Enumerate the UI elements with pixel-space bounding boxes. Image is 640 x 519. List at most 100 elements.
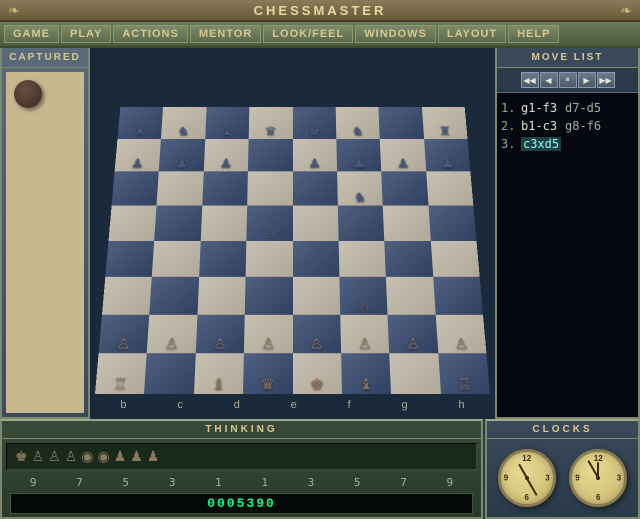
cell-a7[interactable]: ♟ <box>115 139 162 172</box>
move-num-3: 3. <box>501 137 517 151</box>
piece-f3: ♘ <box>357 299 371 313</box>
menu-bar: GAME PLAY ACTIONS MENTOR LOOK/FEEL WINDO… <box>0 22 640 48</box>
cell-f7[interactable]: ♟ <box>336 139 381 172</box>
cell-c3[interactable] <box>197 277 245 315</box>
cell-h3[interactable] <box>433 277 483 315</box>
cell-b5[interactable] <box>155 205 203 240</box>
cell-c2[interactable]: ♙ <box>196 315 245 354</box>
move-last-button[interactable]: ▶▶ <box>597 72 615 88</box>
piece-f8: ♞ <box>351 126 364 138</box>
cell-f3[interactable]: ♘ <box>339 277 387 315</box>
eval-7l: 7 <box>76 476 83 489</box>
cell-g3[interactable] <box>386 277 435 315</box>
cell-g7[interactable]: ♟ <box>380 139 426 172</box>
piece-f1: ♝ <box>359 378 374 393</box>
menu-lookfeel[interactable]: LOOK/FEEL <box>263 25 353 43</box>
cell-a4[interactable] <box>105 241 154 277</box>
piece-a1: ♖ <box>113 378 128 393</box>
menu-mentor[interactable]: MENTOR <box>190 25 261 43</box>
bottom-section: THINKING ♚ ♙ ♙ ♙ ◉ ◉ ♟ ♟ ♟ 9 7 5 3 1 1 3… <box>0 419 640 519</box>
cell-a6[interactable] <box>112 172 159 206</box>
piece-a8: ♜ <box>133 126 147 138</box>
cell-b1[interactable] <box>144 354 195 394</box>
menu-help[interactable]: HELP <box>508 25 559 43</box>
cell-c8[interactable]: ♝ <box>205 107 249 139</box>
cell-b7[interactable]: ♟ <box>159 139 205 172</box>
cell-c5[interactable] <box>201 205 248 240</box>
cell-h2[interactable]: ♙ <box>435 315 486 354</box>
cell-a1[interactable]: ♖ <box>95 354 147 394</box>
cell-c4[interactable] <box>199 241 247 277</box>
cell-d5[interactable]: ♘ <box>247 205 293 240</box>
cell-h7[interactable]: ♟ <box>424 139 471 172</box>
cell-e5[interactable] <box>293 205 339 240</box>
cell-f4[interactable] <box>338 241 386 277</box>
cell-f5[interactable] <box>338 205 385 240</box>
menu-windows[interactable]: WINDOWS <box>355 25 436 43</box>
move-white-3: c3xd5 <box>521 137 561 151</box>
label-f: f <box>348 399 351 411</box>
cell-g5[interactable] <box>383 205 431 240</box>
cell-c7[interactable]: ♟ <box>204 139 249 172</box>
cell-a5[interactable] <box>109 205 157 240</box>
cell-g8[interactable] <box>379 107 424 139</box>
cell-d8[interactable]: ♛ <box>249 107 293 139</box>
cell-b8[interactable]: ♞ <box>161 107 206 139</box>
move-next-button[interactable]: ▶ <box>578 72 596 88</box>
move-first-button[interactable]: ◀◀ <box>521 72 539 88</box>
cell-b3[interactable] <box>150 277 199 315</box>
menu-game[interactable]: GAME <box>4 25 59 43</box>
cell-e4[interactable] <box>293 241 340 277</box>
menu-layout[interactable]: LAYOUT <box>438 25 506 43</box>
move-pause-button[interactable]: ⏸ <box>559 72 577 88</box>
cell-e2[interactable]: ♙ <box>293 315 341 354</box>
cell-h4[interactable] <box>430 241 479 277</box>
captured-content <box>6 72 84 413</box>
piece-icon-pawn6: ♟ <box>147 448 160 465</box>
cell-e1[interactable]: ♚ <box>293 354 342 394</box>
piece-icon-pawn4: ♟ <box>114 448 127 465</box>
cell-b6[interactable] <box>157 172 204 206</box>
cell-h5[interactable] <box>428 205 476 240</box>
clock-9-1: 9 <box>504 474 508 483</box>
cell-d3[interactable] <box>245 277 293 315</box>
cell-b2[interactable]: ♙ <box>147 315 197 354</box>
cell-d4[interactable] <box>246 241 293 277</box>
cell-d2[interactable]: ♙ <box>244 315 292 354</box>
cell-c6[interactable] <box>202 172 248 206</box>
cell-g4[interactable] <box>384 241 432 277</box>
clock-9-2: 9 <box>575 474 579 483</box>
cell-h6[interactable] <box>426 172 473 206</box>
piece-e2: ♙ <box>310 338 324 353</box>
thinking-panel: THINKING ♚ ♙ ♙ ♙ ◉ ◉ ♟ ♟ ♟ 9 7 5 3 1 1 3… <box>0 419 483 519</box>
menu-actions[interactable]: ACTIONS <box>113 25 188 43</box>
cell-e8[interactable]: ♚ <box>293 107 337 139</box>
cell-a3[interactable] <box>102 277 152 315</box>
main-area: CAPTURED ♜ ♞ ♝ ♛ ♚ ♞ ♜ ♟ ♟ ♟ ♟ <box>0 48 640 419</box>
app-title: CHESSMASTER <box>254 3 387 18</box>
cell-f6[interactable]: ♞ <box>337 172 383 206</box>
cell-e3[interactable] <box>293 277 341 315</box>
cell-b4[interactable] <box>152 241 200 277</box>
cell-d1[interactable]: ♛ <box>243 354 292 394</box>
cell-h1[interactable]: ♖ <box>438 354 490 394</box>
cell-f1[interactable]: ♝ <box>341 354 391 394</box>
cell-a2[interactable]: ♙ <box>99 315 150 354</box>
eval-5r: 5 <box>354 476 361 489</box>
cell-a8[interactable]: ♜ <box>118 107 164 139</box>
cell-g1[interactable] <box>389 354 440 394</box>
cell-f2[interactable]: ♙ <box>340 315 389 354</box>
piece-b8: ♞ <box>177 126 190 138</box>
label-g: g <box>401 399 407 411</box>
cell-c1[interactable]: ♝ <box>194 354 244 394</box>
cell-e7[interactable]: ♟ <box>293 139 337 172</box>
menu-play[interactable]: PLAY <box>61 25 111 43</box>
cell-e6[interactable] <box>293 172 338 206</box>
cell-g2[interactable]: ♙ <box>388 315 438 354</box>
cell-d6[interactable] <box>247 172 292 206</box>
move-prev-button[interactable]: ◀ <box>540 72 558 88</box>
cell-h8[interactable]: ♜ <box>422 107 468 139</box>
cell-f8[interactable]: ♞ <box>336 107 380 139</box>
cell-d7[interactable] <box>248 139 292 172</box>
cell-g6[interactable] <box>381 172 428 206</box>
